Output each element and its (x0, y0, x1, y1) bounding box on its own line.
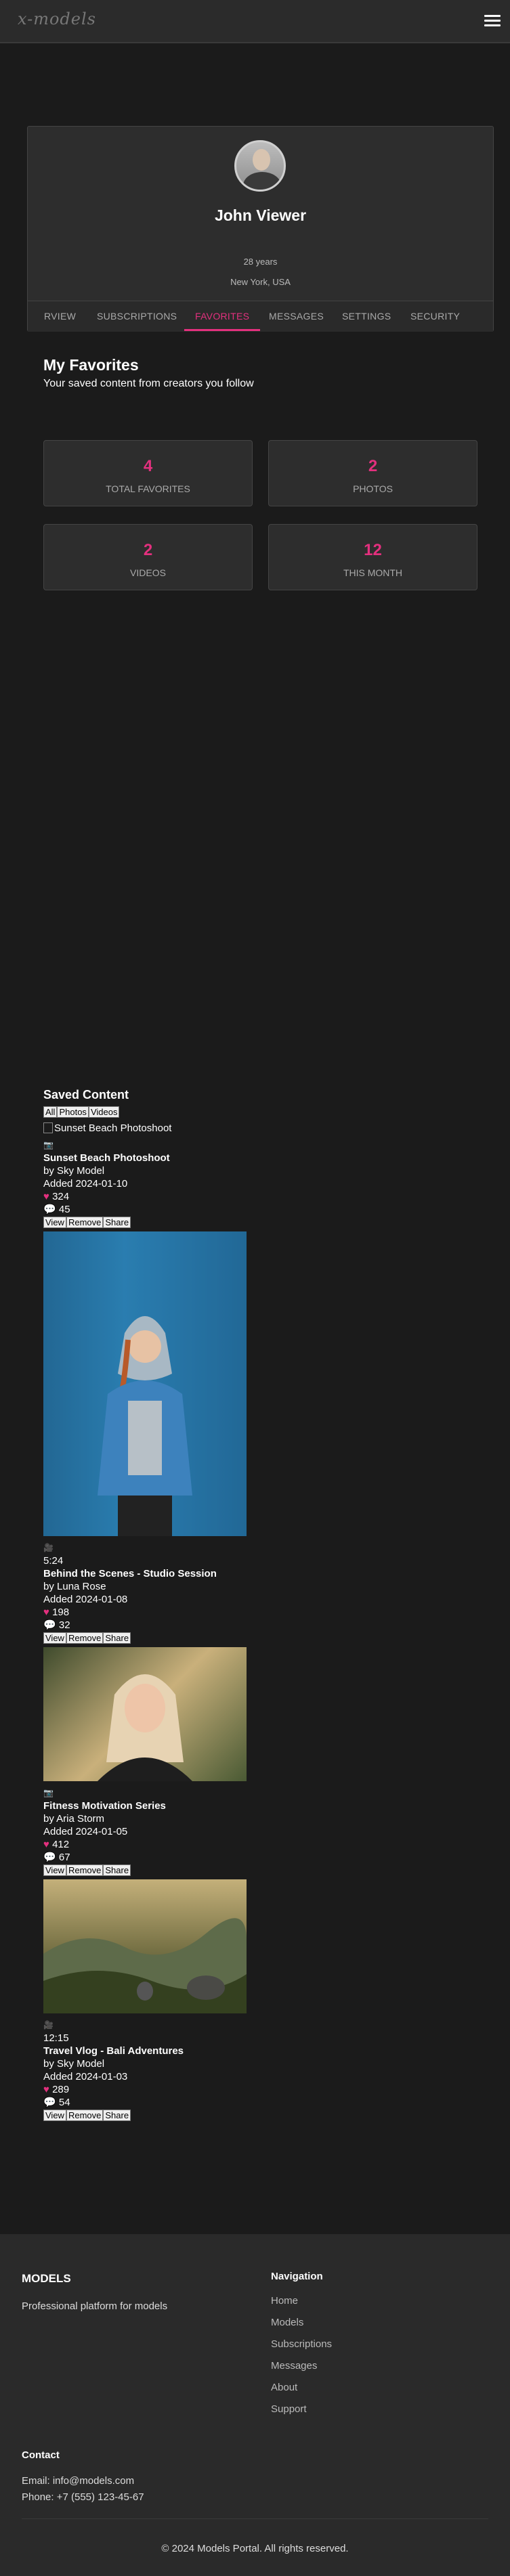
item-added: Added 2024-01-05 (43, 1826, 128, 1837)
footer-link-support[interactable]: Support (271, 2403, 307, 2415)
tab-security[interactable]: SECURITY (410, 301, 460, 331)
filter-videos-button[interactable]: Videos (88, 1106, 120, 1118)
person-photo (98, 1674, 192, 1781)
remove-button[interactable]: Remove (66, 1632, 104, 1644)
list-item: Sunset Beach Photoshoot 📷 Sunset Beach P… (43, 1121, 450, 1229)
footer-link-messages[interactable]: Messages (271, 2360, 317, 2372)
item-added: Added 2024-01-08 (43, 1594, 128, 1605)
likes: ♥ 412 (43, 1839, 70, 1850)
list-item: 🎥 12:15 Travel Vlog - Bali Adventures by… (43, 1879, 450, 2122)
video-icon: 🎥 (43, 2020, 54, 2030)
stat-total-favorites: 4 TOTAL FAVORITES (43, 440, 253, 506)
favorites-subtitle: Your saved content from creators you fol… (43, 378, 254, 389)
share-button[interactable]: Share (103, 2110, 131, 2121)
footer-copyright: © 2024 Models Portal. All rights reserve… (161, 2543, 349, 2554)
footer-nav-title: Navigation (271, 2271, 323, 2282)
view-button[interactable]: View (43, 1864, 66, 1876)
photo-icon: 📷 (43, 1140, 54, 1150)
list-item: 📷 Fitness Motivation Series by Aria Stor… (43, 1647, 450, 1877)
video-duration: 5:24 (43, 1555, 64, 1567)
footer-link-about[interactable]: About (271, 2382, 297, 2393)
item-creator: by Sky Model (43, 1165, 105, 1177)
comment-icon: 💬 (43, 2097, 56, 2108)
filter-photos-button[interactable]: Photos (57, 1106, 89, 1118)
likes: ♥ 289 (43, 2084, 70, 2095)
view-button[interactable]: View (43, 1632, 66, 1644)
broken-image-icon: Sunset Beach Photoshoot (43, 1121, 450, 1135)
item-title: Travel Vlog - Bali Adventures (43, 2045, 184, 2057)
profile-location: New York, USA (230, 277, 291, 287)
footer-contact-title: Contact (22, 2449, 60, 2461)
footer-link-home[interactable]: Home (271, 2295, 298, 2307)
filter-all-button[interactable]: All (43, 1106, 58, 1118)
person-photo (43, 1231, 247, 1536)
heart-icon: ♥ (43, 1607, 49, 1618)
profile-name: John Viewer (214, 206, 307, 224)
tab-favorites[interactable]: FAVORITES (184, 301, 261, 331)
share-button[interactable]: Share (103, 1632, 131, 1644)
item-added: Added 2024-01-03 (43, 2071, 128, 2082)
comments: 💬 54 (43, 2097, 70, 2108)
comments: 💬 45 (43, 1204, 70, 1215)
stat-videos: 2 VIDEOS (43, 524, 253, 590)
saved-title: Saved Content (43, 1088, 129, 1101)
profile-age: 28 years (243, 257, 278, 267)
list-item: 🎥 5:24 Behind the Scenes - Studio Sessio… (43, 1231, 450, 1644)
comments: 💬 32 (43, 1619, 70, 1631)
tab-subscriptions[interactable]: SUBSCRIPTIONS (97, 301, 177, 331)
likes: ♥ 198 (43, 1607, 70, 1618)
item-creator: by Luna Rose (43, 1581, 106, 1592)
footer: MODELS Professional platform for models … (0, 2234, 510, 2576)
footer-link-models[interactable]: Models (271, 2317, 303, 2328)
likes: ♥ 324 (43, 1191, 70, 1202)
item-creator: by Aria Storm (43, 1813, 105, 1825)
comment-icon: 💬 (43, 1619, 56, 1631)
favorites-title: My Favorites (43, 356, 139, 374)
photo-icon: 📷 (43, 1788, 54, 1797)
heart-icon: ♥ (43, 1191, 49, 1202)
share-button[interactable]: Share (103, 1217, 131, 1228)
heart-icon: ♥ (43, 2084, 49, 2095)
saved-content: Saved Content All Photos Videos Sunset Bea… (43, 1089, 450, 2122)
remove-button[interactable]: Remove (66, 1217, 104, 1228)
item-thumbnail[interactable] (43, 1231, 247, 1536)
avatar (234, 140, 286, 192)
share-button[interactable]: Share (103, 1864, 131, 1876)
comments: 💬 67 (43, 1852, 70, 1863)
profile-card: John Viewer 28 years New York, USA RVIEW… (27, 126, 494, 332)
video-duration: 12:15 (43, 2032, 69, 2044)
item-title: Fitness Motivation Series (43, 1800, 166, 1812)
stat-photos: 2 PHOTOS (268, 440, 477, 506)
view-button[interactable]: View (43, 1217, 66, 1228)
item-title: Sunset Beach Photoshoot (43, 1152, 170, 1164)
comment-icon: 💬 (43, 1852, 56, 1863)
video-icon: 🎥 (43, 1543, 54, 1552)
comment-icon: 💬 (43, 1204, 56, 1215)
top-bar: x-models (0, 0, 510, 43)
site-logo[interactable]: x-models (18, 9, 96, 28)
item-creator: by Sky Model (43, 2058, 105, 2070)
heart-icon: ♥ (43, 1839, 49, 1850)
footer-brand: MODELS (22, 2272, 71, 2285)
footer-divider (22, 2518, 488, 2519)
item-title: Behind the Scenes - Studio Session (43, 1568, 217, 1579)
landscape-photo (43, 1918, 247, 2013)
filter-bar: All Photos Videos (43, 1106, 450, 1118)
item-added: Added 2024-01-10 (43, 1178, 128, 1189)
remove-button[interactable]: Remove (66, 1864, 104, 1876)
tab-overview[interactable]: RVIEW (44, 301, 76, 331)
remove-button[interactable]: Remove (66, 2110, 104, 2121)
tab-settings[interactable]: SETTINGS (342, 301, 391, 331)
footer-link-subscriptions[interactable]: Subscriptions (271, 2338, 332, 2350)
stat-this-month: 12 THIS MONTH (268, 524, 477, 590)
profile-tabs: RVIEW SUBSCRIPTIONS FAVORITES MESSAGES S… (28, 301, 493, 332)
item-thumbnail[interactable] (43, 1879, 247, 2013)
hamburger-icon[interactable] (484, 15, 501, 27)
item-thumbnail[interactable] (43, 1647, 247, 1781)
footer-tagline: Professional platform for models (22, 2300, 168, 2312)
view-button[interactable]: View (43, 2110, 66, 2121)
footer-phone: Phone: +7 (555) 123-45-67 (22, 2491, 144, 2503)
tab-messages[interactable]: MESSAGES (269, 301, 324, 331)
footer-email: Email: info@models.com (22, 2475, 135, 2487)
